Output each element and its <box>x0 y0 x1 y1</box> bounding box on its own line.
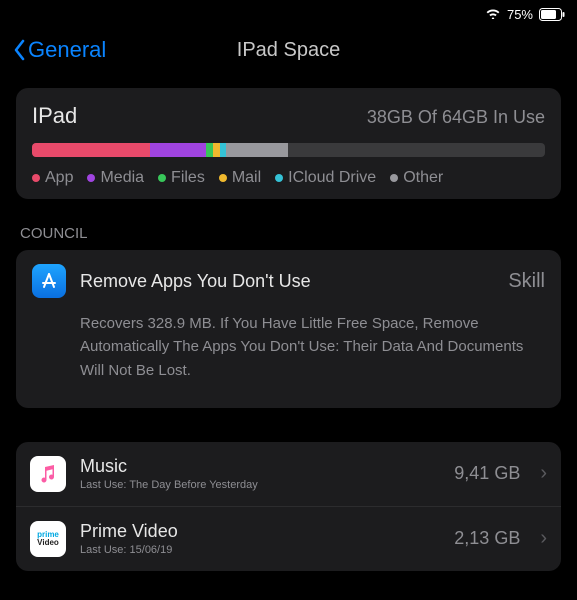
tip-title: Remove Apps You Don't Use <box>80 271 494 292</box>
app-list: Music Last Use: The Day Before Yesterday 9… <box>16 442 561 571</box>
storage-segment-mail <box>213 143 220 157</box>
battery-percent: 75% <box>507 7 533 22</box>
battery-icon <box>539 8 565 21</box>
section-header-council: COUNCIL <box>16 225 561 250</box>
back-button[interactable]: General <box>12 37 106 63</box>
wifi-icon <box>485 7 501 22</box>
app-size-label: 2,13 GB <box>454 528 520 549</box>
legend-dot-icon <box>32 174 40 182</box>
legend-dot-icon <box>390 174 398 182</box>
music-app-icon <box>30 456 66 492</box>
app-lastuse-label: Last Use: The Day Before Yesterday <box>80 479 440 491</box>
storage-segment-other <box>226 143 288 157</box>
legend-dot-icon <box>219 174 227 182</box>
legend-item-files: Files <box>158 169 205 187</box>
app-name-label: Prime Video <box>80 521 440 542</box>
storage-device-label: IPad <box>32 103 77 129</box>
legend-dot-icon <box>87 174 95 182</box>
storage-card: IPad 38GB Of 64GB In Use App Media Files Ma… <box>16 88 561 199</box>
tip-card[interactable]: Remove Apps You Don't Use Skill Recovers… <box>16 250 561 408</box>
prime-app-icon: primeVideo <box>30 521 66 557</box>
tip-action[interactable]: Skill <box>508 270 545 293</box>
storage-bar <box>32 143 545 157</box>
storage-used-label: 38GB Of 64GB In Use <box>367 107 545 128</box>
legend-item-icloud-drive: ICloud Drive <box>275 169 376 187</box>
legend-item-app: App <box>32 169 73 187</box>
chevron-right-icon: › <box>540 462 547 485</box>
tip-description: Recovers 328.9 MB. If You Have Little Fr… <box>32 312 545 382</box>
chevron-left-icon <box>12 39 26 61</box>
legend-dot-icon <box>275 174 283 182</box>
app-lastuse-label: Last Use: 15/06/19 <box>80 544 440 556</box>
storage-segment-app <box>32 143 150 157</box>
app-row-prime-video[interactable]: primeVideo Prime Video Last Use: 15/06/19 2… <box>16 507 561 571</box>
legend-item-media: Media <box>87 169 144 187</box>
storage-segment-icloud-drive <box>220 143 227 157</box>
app-name-label: Music <box>80 456 440 477</box>
appstore-icon <box>32 264 66 298</box>
legend-item-mail: Mail <box>219 169 261 187</box>
storage-legend: App Media Files Mail ICloud Drive Other <box>32 169 545 187</box>
nav-bar: General IPad Space <box>0 28 577 72</box>
chevron-right-icon: › <box>540 527 547 550</box>
status-bar: 75% <box>0 0 577 28</box>
storage-segment-files <box>206 143 213 157</box>
legend-dot-icon <box>158 174 166 182</box>
app-size-label: 9,41 GB <box>454 463 520 484</box>
storage-segment-media <box>150 143 206 157</box>
app-row-music[interactable]: Music Last Use: The Day Before Yesterday 9… <box>16 442 561 507</box>
back-label: General <box>28 37 106 63</box>
page-title: IPad Space <box>237 39 340 62</box>
legend-item-other: Other <box>390 169 443 187</box>
